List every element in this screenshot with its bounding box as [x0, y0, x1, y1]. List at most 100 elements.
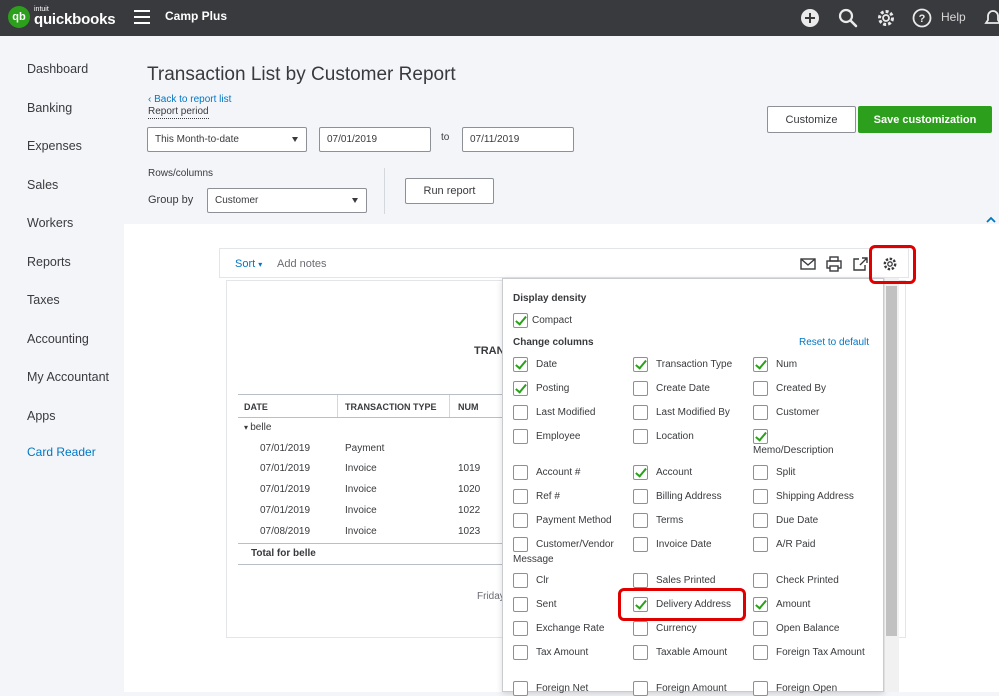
foreign-net-label: Foreign Net: [536, 683, 589, 694]
divider: [384, 168, 385, 214]
currency-checkbox[interactable]: [633, 621, 648, 636]
add-notes-link[interactable]: Add notes: [277, 258, 327, 270]
popover-scroll-thumb[interactable]: [886, 286, 897, 636]
clr-label: Clr: [536, 575, 549, 586]
exchange-rate-checkbox[interactable]: [513, 621, 528, 636]
caret-down-icon: [352, 198, 358, 203]
billing-address-label: Billing Address: [656, 491, 722, 502]
search-icon[interactable]: [837, 7, 859, 29]
export-icon[interactable]: [852, 256, 869, 272]
sidebar-item-dashboard[interactable]: Dashboard: [27, 62, 88, 76]
bell-icon[interactable]: [982, 7, 999, 29]
sidebar-item-accounting[interactable]: Accounting: [27, 332, 89, 346]
split-label: Split: [776, 467, 796, 478]
create-date-label: Create Date: [656, 383, 710, 394]
foreign-net-checkbox[interactable]: [513, 681, 528, 696]
check-printed-label: Check Printed: [776, 575, 839, 586]
sidebar-item-reports[interactable]: Reports: [27, 255, 71, 269]
quickbooks-logo[interactable]: qb intuit quickbooks: [8, 6, 116, 28]
last-modified-by-checkbox[interactable]: [633, 405, 648, 420]
terms-checkbox[interactable]: [633, 513, 648, 528]
employee-checkbox[interactable]: [513, 429, 528, 444]
qb-logo-icon: qb: [8, 6, 30, 28]
display-density-title: Display density: [513, 293, 587, 304]
hamburger-menu-icon[interactable]: [134, 10, 150, 24]
highlight-gear-icon: [869, 245, 916, 284]
date-from-input[interactable]: 07/01/2019: [319, 127, 431, 152]
email-icon[interactable]: [800, 257, 816, 271]
created-by-checkbox[interactable]: [753, 381, 768, 396]
last-modified-checkbox[interactable]: [513, 405, 528, 420]
date-to-input[interactable]: 07/11/2019: [462, 127, 574, 152]
location-label: Location: [656, 431, 694, 442]
sidebar-item-workers[interactable]: Workers: [27, 216, 73, 230]
clr-checkbox[interactable]: [513, 573, 528, 588]
report-period-select[interactable]: This Month-to-date: [147, 127, 307, 152]
total-label: Total for belle: [251, 548, 316, 559]
column-header-num[interactable]: NUM: [458, 402, 479, 412]
group-row-belle[interactable]: ▾ belle: [244, 422, 271, 433]
invoice-date-checkbox[interactable]: [633, 537, 648, 552]
sidebar-item-my-accountant[interactable]: My Accountant: [27, 370, 109, 384]
shipping-address-checkbox[interactable]: [753, 489, 768, 504]
sidebar-item-expenses[interactable]: Expenses: [27, 139, 82, 153]
location-checkbox[interactable]: [633, 429, 648, 444]
sent-checkbox[interactable]: [513, 597, 528, 612]
customize-button[interactable]: Customize: [767, 106, 856, 133]
ref-checkbox[interactable]: [513, 489, 528, 504]
customer-label: Customer: [776, 407, 820, 418]
sidebar-item-card-reader[interactable]: Card Reader: [27, 445, 96, 459]
memo-description-checkbox[interactable]: [753, 429, 768, 444]
a-r-paid-checkbox[interactable]: [753, 537, 768, 552]
split-checkbox[interactable]: [753, 465, 768, 480]
company-name: Camp Plus: [165, 9, 228, 23]
sidebar-item-banking[interactable]: Banking: [27, 101, 72, 115]
num-checkbox[interactable]: [753, 357, 768, 372]
help-label[interactable]: Help: [941, 10, 966, 24]
check-printed-checkbox[interactable]: [753, 573, 768, 588]
sidebar-item-apps[interactable]: Apps: [27, 409, 56, 423]
foreign-tax-amount-label: Foreign Tax Amount: [776, 647, 865, 658]
group-by-select[interactable]: Customer: [207, 188, 367, 213]
column-header-transaction-type[interactable]: TRANSACTION TYPE: [345, 402, 437, 412]
column-header-date[interactable]: DATE: [244, 402, 268, 412]
customer-checkbox[interactable]: [753, 405, 768, 420]
account-checkbox[interactable]: [633, 465, 648, 480]
date-checkbox[interactable]: [513, 357, 528, 372]
payment-method-checkbox[interactable]: [513, 513, 528, 528]
print-icon[interactable]: [826, 256, 842, 272]
foreign-open-checkbox[interactable]: [753, 681, 768, 696]
plus-circle-icon[interactable]: [799, 7, 821, 29]
posting-checkbox[interactable]: [513, 381, 528, 396]
taxable-amount-checkbox[interactable]: [633, 645, 648, 660]
save-customization-button[interactable]: Save customization: [858, 106, 992, 133]
report-heading: TRAN: [474, 345, 505, 357]
compact-checkbox[interactable]: [513, 313, 528, 328]
tax-amount-checkbox[interactable]: [513, 645, 528, 660]
transaction-type-checkbox[interactable]: [633, 357, 648, 372]
taxable-amount-label: Taxable Amount: [656, 647, 728, 658]
foreign-open-label: Foreign Open: [776, 683, 838, 694]
sidebar-item-sales[interactable]: Sales: [27, 178, 58, 192]
back-to-report-list-link[interactable]: ‹ Back to report list: [148, 94, 231, 105]
customer-vendor-message-label: Customer/Vendor Message: [513, 539, 614, 565]
billing-address-checkbox[interactable]: [633, 489, 648, 504]
foreign-amount-checkbox[interactable]: [633, 681, 648, 696]
reset-to-default-link[interactable]: Reset to default: [799, 337, 869, 348]
sidebar-item-taxes[interactable]: Taxes: [27, 293, 60, 307]
report-toolbar: Sort ▾ Add notes: [219, 248, 909, 278]
due-date-label: Due Date: [776, 515, 819, 526]
amount-checkbox[interactable]: [753, 597, 768, 612]
caret-down-icon: [292, 137, 298, 142]
sales-printed-checkbox[interactable]: [633, 573, 648, 588]
create-date-checkbox[interactable]: [633, 381, 648, 396]
due-date-checkbox[interactable]: [753, 513, 768, 528]
help-circle-icon[interactable]: ?: [911, 7, 933, 29]
transaction-type-label: Transaction Type: [656, 359, 733, 370]
open-balance-checkbox[interactable]: [753, 621, 768, 636]
sort-dropdown[interactable]: Sort ▾: [235, 258, 262, 270]
account-checkbox[interactable]: [513, 465, 528, 480]
gear-icon[interactable]: [875, 7, 897, 29]
run-report-button[interactable]: Run report: [405, 178, 494, 204]
svg-text:?: ?: [919, 13, 926, 25]
